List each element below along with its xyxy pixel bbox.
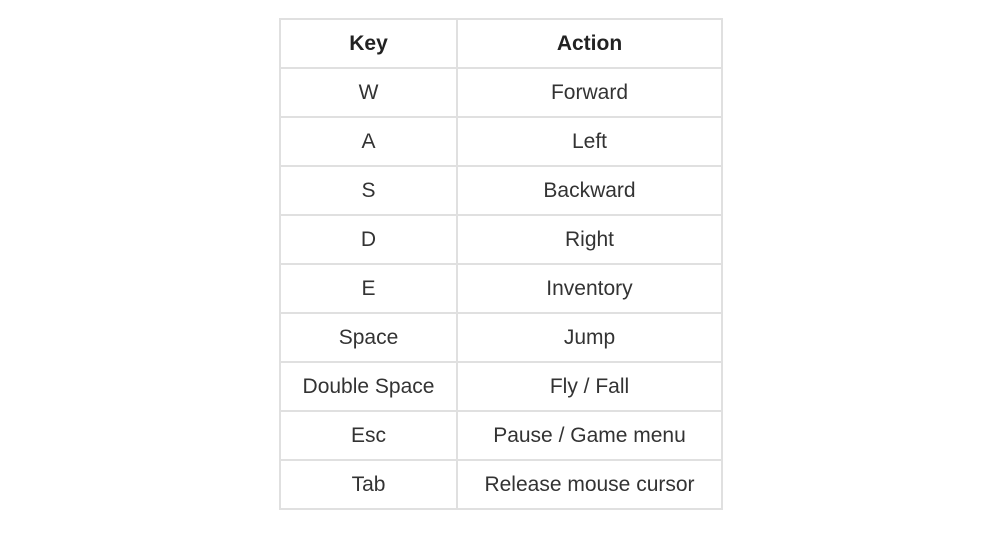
table-row: Double Space Fly / Fall [279, 361, 723, 412]
key-cell: Double Space [279, 361, 458, 412]
controls-table: Key Action W Forward A Left S Backward D… [279, 18, 723, 510]
column-header-action: Action [456, 18, 723, 69]
table-row: D Right [279, 214, 723, 265]
action-cell: Left [456, 116, 723, 167]
action-cell: Backward [456, 165, 723, 216]
table-row: Tab Release mouse cursor [279, 459, 723, 510]
table-row: Esc Pause / Game menu [279, 410, 723, 461]
column-header-key: Key [279, 18, 458, 69]
action-cell: Jump [456, 312, 723, 363]
action-cell: Pause / Game menu [456, 410, 723, 461]
key-cell: E [279, 263, 458, 314]
key-cell: D [279, 214, 458, 265]
table-header: Key Action [279, 18, 723, 69]
action-cell: Forward [456, 67, 723, 118]
action-cell: Fly / Fall [456, 361, 723, 412]
action-cell: Release mouse cursor [456, 459, 723, 510]
table-row: A Left [279, 116, 723, 167]
header-row: Key Action [279, 18, 723, 69]
table-row: E Inventory [279, 263, 723, 314]
action-cell: Right [456, 214, 723, 265]
key-cell: S [279, 165, 458, 216]
key-cell: A [279, 116, 458, 167]
action-cell: Inventory [456, 263, 723, 314]
key-cell: Space [279, 312, 458, 363]
key-cell: W [279, 67, 458, 118]
table-row: S Backward [279, 165, 723, 216]
table-row: Space Jump [279, 312, 723, 363]
key-cell: Esc [279, 410, 458, 461]
table-body: W Forward A Left S Backward D Right E In… [279, 67, 723, 510]
table-row: W Forward [279, 67, 723, 118]
key-cell: Tab [279, 459, 458, 510]
